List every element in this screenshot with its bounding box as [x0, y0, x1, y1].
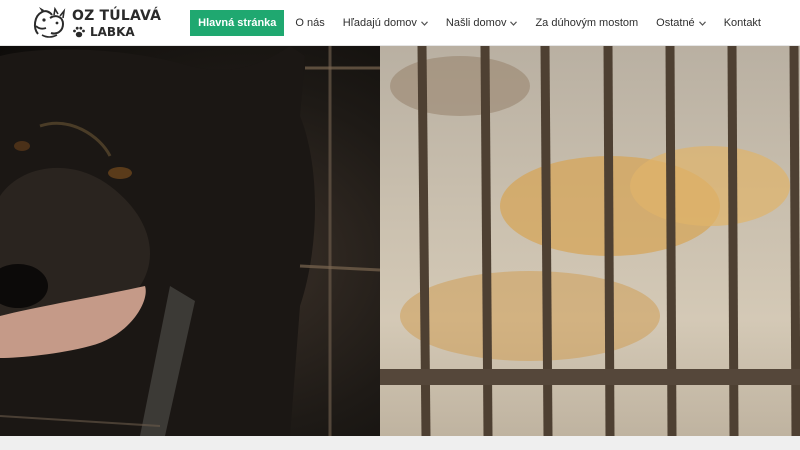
dog-and-cat-logo-icon — [33, 6, 66, 38]
dog-photo — [0, 46, 381, 436]
nav-item-about[interactable]: O nás — [286, 10, 333, 36]
paw-icon — [73, 26, 85, 37]
nav-item-seeking-home[interactable]: Hľadajú domov — [334, 10, 437, 36]
nav-item-home[interactable]: Hlavná stránka — [190, 10, 285, 36]
hero-right-panel — [380, 46, 800, 436]
nav-item-found-home[interactable]: Našli domov — [437, 10, 527, 36]
content-start-band — [0, 436, 800, 450]
logo[interactable]: OZ TÚLAVÁ LABKA — [30, 4, 161, 42]
hero-left-panel — [0, 46, 381, 436]
brand-name-line1: OZ TÚLAVÁ — [72, 7, 162, 24]
brand-name-line2: LABKA — [90, 24, 135, 39]
nav-item-contact[interactable]: Kontakt — [715, 10, 770, 36]
hero-image — [0, 46, 800, 436]
chevron-down-icon — [510, 20, 518, 26]
nav-item-rainbow-bridge[interactable]: Za dúhovým mostom — [526, 10, 647, 36]
main-nav: Hlavná stránka O nás Hľadajú domov Našli… — [190, 10, 770, 36]
site-header: OZ TÚLAVÁ LABKA Hlavná stránka O nás Hľa… — [0, 0, 800, 46]
nav-item-other[interactable]: Ostatné — [647, 10, 715, 36]
chevron-down-icon — [420, 20, 428, 26]
chevron-down-icon — [698, 20, 706, 26]
cage-photo — [380, 46, 800, 436]
